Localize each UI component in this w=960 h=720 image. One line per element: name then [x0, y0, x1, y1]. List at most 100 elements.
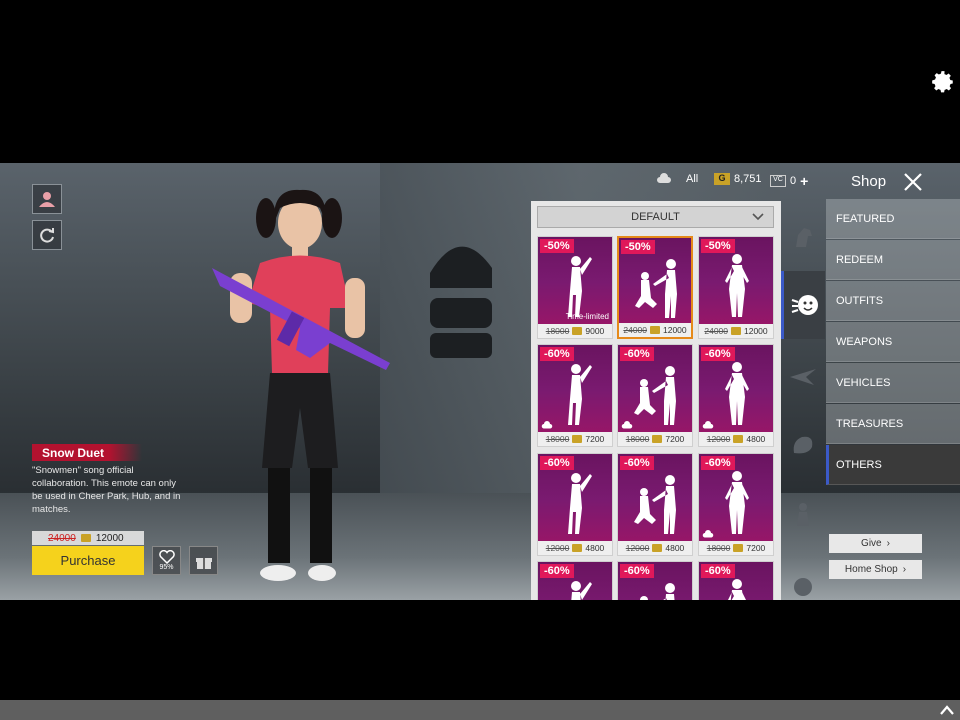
emote-figure — [634, 366, 676, 425]
shop-title: Shop — [851, 173, 887, 190]
emote-card[interactable]: -60% — [698, 561, 774, 600]
emote-card[interactable]: -60% 12000 4800 — [698, 344, 774, 447]
coin-icon — [733, 435, 744, 443]
card-price: 12000 — [744, 326, 768, 336]
coin-icon — [733, 544, 744, 552]
card-old-price: 24000 — [623, 325, 647, 335]
like-percent: 95% — [159, 564, 174, 571]
item-old-price: 24000 — [48, 532, 76, 544]
coin-icon — [572, 544, 583, 552]
filter-all[interactable]: All — [656, 173, 698, 185]
card-price-row: 18000 9000 — [538, 324, 612, 338]
emote-card[interactable]: -60% — [617, 561, 693, 600]
gold-coin-icon: G — [714, 173, 730, 185]
discount-badge: -60% — [701, 456, 735, 470]
figure-icon — [797, 503, 809, 526]
chevron-down-icon — [752, 213, 764, 221]
sort-dropdown-value: DEFAULT — [631, 211, 680, 223]
emote-card[interactable]: -60% 12000 4800 — [537, 453, 613, 556]
card-old-price: 12000 — [545, 543, 570, 553]
gold-balance: G 8,751 — [714, 173, 762, 185]
like-button[interactable]: 95% — [152, 546, 181, 575]
card-price-row: 12000 4800 — [618, 541, 692, 555]
emote-card[interactable]: -60% 18000 7200 — [698, 453, 774, 556]
close-icon[interactable] — [902, 171, 924, 193]
item-price: 12000 — [95, 532, 124, 544]
card-old-price: 12000 — [706, 434, 731, 444]
emote-figure — [725, 471, 749, 534]
time-limited-tag: Time-limited — [565, 312, 609, 321]
heart-icon — [158, 550, 175, 564]
misc-icon — [794, 578, 812, 596]
category-figure[interactable] — [781, 495, 825, 535]
sort-dropdown[interactable]: DEFAULT — [537, 206, 774, 228]
menu-item-treasures[interactable]: TREASURES — [826, 404, 960, 444]
category-horse[interactable] — [781, 217, 825, 257]
card-price-row: 24000 12000 — [699, 324, 773, 338]
emote-card[interactable]: -50% 24000 12000 — [617, 236, 693, 339]
discount-badge: -60% — [701, 564, 735, 578]
category-pet[interactable] — [781, 425, 825, 465]
game-view: Snow Duet "Snowmen" song official collab… — [0, 163, 960, 600]
cloud-download-icon — [621, 421, 633, 429]
avatar-icon — [39, 192, 55, 207]
bottom-bar — [0, 700, 960, 720]
emote-figure — [571, 581, 592, 600]
emote-card[interactable]: -60% 18000 7200 — [537, 344, 613, 447]
emote-figure — [725, 254, 749, 317]
discount-badge: -50% — [540, 239, 574, 253]
chevron-right-icon: › — [902, 564, 907, 575]
category-emote[interactable] — [781, 271, 825, 339]
emote-icon — [791, 295, 818, 315]
emote-card[interactable]: -60% — [537, 561, 613, 600]
character-switch-button[interactable] — [32, 184, 62, 214]
emote-figure — [568, 473, 592, 534]
discount-badge: -60% — [540, 347, 574, 361]
menu-item-featured[interactable]: FEATURED — [826, 199, 960, 239]
card-price: 4800 — [665, 543, 685, 553]
emote-figure — [635, 259, 677, 318]
card-price: 4800 — [746, 434, 766, 444]
cloud-download-icon — [702, 530, 714, 538]
emote-card[interactable]: -50% Time-limited 18000 9000 — [537, 236, 613, 339]
menu-item-redeem[interactable]: REDEEM — [826, 240, 960, 280]
character-model — [212, 189, 390, 581]
menu-item-outfits[interactable]: OUTFITS — [826, 281, 960, 321]
give-button[interactable]: Give › — [829, 534, 922, 553]
discount-badge: -50% — [701, 239, 735, 253]
rotate-button[interactable] — [32, 220, 62, 250]
emote-card[interactable]: -50% 24000 12000 — [698, 236, 774, 339]
home-shop-button[interactable]: Home Shop › — [829, 560, 922, 579]
emote-card[interactable]: -60% 12000 4800 — [617, 453, 693, 556]
menu-item-weapons[interactable]: WEAPONS — [826, 322, 960, 362]
coin-icon — [652, 544, 663, 552]
discount-badge: -60% — [540, 564, 574, 578]
vc-amount: 0 — [790, 175, 797, 187]
emote-figure — [634, 475, 676, 534]
card-price-row: 18000 7200 — [538, 432, 612, 446]
discount-badge: -60% — [620, 347, 654, 361]
menu-item-vehicles[interactable]: VEHICLES — [826, 363, 960, 403]
emote-grid-panel: DEFAULT -50% Time-limited 18000 9000 -50% 240… — [531, 201, 781, 600]
card-old-price: 18000 — [706, 543, 731, 553]
filter-all-label: All — [686, 173, 699, 185]
gift-icon — [195, 557, 212, 569]
cloud-download-icon — [702, 421, 714, 429]
gold-amount: 8,751 — [734, 173, 762, 185]
menu-item-others[interactable]: OTHERS — [826, 445, 960, 485]
add-currency-icon[interactable]: + — [800, 173, 808, 189]
purchase-button[interactable]: Purchase — [32, 546, 144, 575]
card-price-row: 12000 4800 — [538, 541, 612, 555]
coin-icon — [572, 435, 583, 443]
card-old-price: 18000 — [545, 326, 570, 336]
card-price-row: 18000 7200 — [699, 541, 773, 555]
chevron-up-icon[interactable] — [938, 702, 956, 718]
emote-card[interactable]: -60% 18000 7200 — [617, 344, 693, 447]
discount-badge: -60% — [701, 347, 735, 361]
settings-gear-icon[interactable] — [930, 69, 956, 95]
gift-button[interactable] — [189, 546, 218, 575]
category-glider[interactable] — [781, 356, 825, 396]
give-label: Give — [861, 538, 882, 549]
cloud-download-icon — [657, 173, 671, 183]
category-misc[interactable] — [781, 565, 825, 600]
